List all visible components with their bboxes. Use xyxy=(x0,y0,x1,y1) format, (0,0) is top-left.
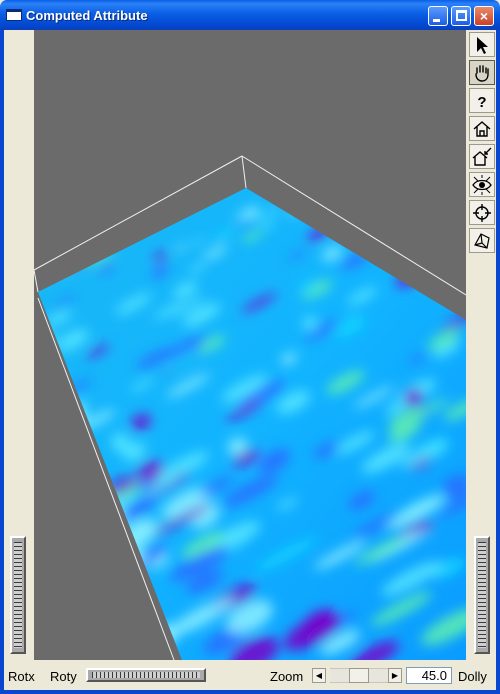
zoom-increase-button[interactable]: ▶ xyxy=(388,668,402,683)
projection-tool-button[interactable] xyxy=(469,228,495,253)
svg-text:?: ? xyxy=(477,94,486,111)
window-frame-left xyxy=(0,30,4,694)
perspective-cube-icon xyxy=(474,232,490,249)
arrow-pointer-icon xyxy=(477,36,488,54)
dolly-label: Dolly xyxy=(458,669,487,684)
rotx-label: Rotx xyxy=(8,669,35,684)
set-home-tool-button[interactable] xyxy=(469,144,495,169)
minimize-button[interactable] xyxy=(428,6,448,26)
maximize-button[interactable] xyxy=(451,6,471,26)
crosshair-icon xyxy=(473,203,491,222)
question-icon: ? xyxy=(477,94,486,111)
zoom-decrease-button[interactable]: ◀ xyxy=(312,668,326,683)
home-icon xyxy=(473,120,491,137)
set-home-icon xyxy=(472,147,492,166)
app-window-icon xyxy=(6,9,22,21)
home-tool-button[interactable] xyxy=(469,116,495,141)
rotx-thumbwheel[interactable] xyxy=(10,536,26,654)
select-tool-button[interactable] xyxy=(469,32,495,57)
view-all-tool-button[interactable] xyxy=(469,172,495,197)
zoom-label: Zoom xyxy=(270,669,304,684)
close-button[interactable]: × xyxy=(474,6,494,26)
surface-render xyxy=(34,155,466,660)
title-bar[interactable]: Computed Attribute × xyxy=(0,0,500,30)
attribute-surface xyxy=(38,188,466,660)
zoom-slider-thumb[interactable] xyxy=(349,668,369,683)
eye-icon xyxy=(472,174,492,195)
seek-tool-button[interactable] xyxy=(469,200,495,225)
close-icon: × xyxy=(479,8,489,24)
bottom-control-bar: Rotx Roty Zoom ◀ ▶ 45.0 Dolly xyxy=(4,660,496,690)
minimize-icon xyxy=(433,19,440,22)
dolly-thumbwheel[interactable] xyxy=(474,536,490,654)
maximize-icon xyxy=(456,10,467,21)
window-frame-right xyxy=(496,30,500,694)
view-tool-button[interactable] xyxy=(469,60,495,85)
window-title: Computed Attribute xyxy=(26,8,148,23)
3d-viewport[interactable] xyxy=(34,30,466,660)
zoom-value-field[interactable]: 45.0 xyxy=(406,667,452,684)
roty-thumbwheel[interactable] xyxy=(86,668,206,682)
roty-label: Roty xyxy=(50,669,77,684)
hand-icon xyxy=(475,64,489,82)
window-frame-bottom xyxy=(0,690,500,694)
help-tool-button[interactable]: ? xyxy=(469,88,495,113)
